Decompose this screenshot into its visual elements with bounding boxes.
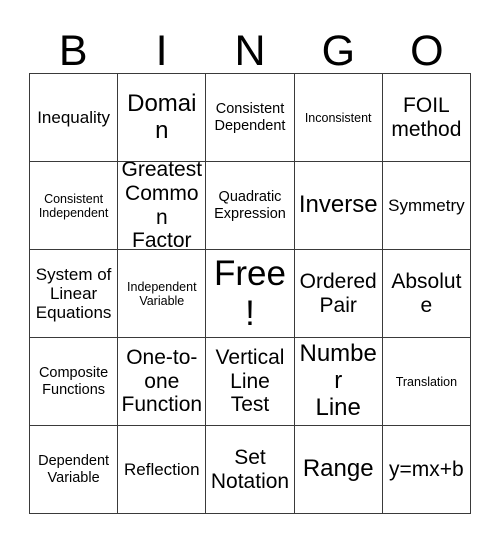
bingo-cell-label: Reflection <box>123 459 200 479</box>
bingo-free-space[interactable]: Free! <box>206 250 295 338</box>
bingo-header-letter-g: G <box>321 27 356 75</box>
bingo-cell[interactable]: Number Line <box>294 338 383 426</box>
bingo-cell[interactable]: y=mx+b <box>382 426 471 514</box>
bingo-cell[interactable]: Set Notation <box>206 426 295 514</box>
bingo-cell-label: Inverse <box>298 191 378 219</box>
bingo-cell-label: y=mx+b <box>389 457 464 481</box>
bingo-cell[interactable]: Inconsistent <box>294 74 383 162</box>
bingo-cell[interactable]: Reflection <box>118 426 207 514</box>
bingo-cell[interactable]: Inequality <box>30 74 119 162</box>
bingo-cell-label: Quadratic Expression <box>214 189 286 222</box>
bingo-header-letter-i: I <box>155 27 168 75</box>
bingo-header-row: B I N G O <box>29 14 471 73</box>
bingo-cell-label: Vertical Line Test <box>215 346 285 417</box>
bingo-cell-label: Range <box>302 455 374 483</box>
bingo-cell[interactable]: Consistent Independent <box>30 162 119 250</box>
bingo-cell-label: Free! <box>214 254 286 333</box>
bingo-cell[interactable]: Ordered Pair <box>294 250 383 338</box>
bingo-cell-label: Independent Variable <box>127 279 197 308</box>
bingo-cell[interactable]: One-to-one Function <box>118 338 207 426</box>
bingo-cell[interactable]: Symmetry <box>382 162 471 250</box>
bingo-cell-label: Composite Functions <box>38 365 109 398</box>
bingo-cell[interactable]: Vertical Line Test <box>206 338 295 426</box>
bingo-cell[interactable]: Quadratic Expression <box>206 162 295 250</box>
bingo-cell[interactable]: System of Linear Equations <box>30 250 119 338</box>
bingo-cell-label: Number Line <box>299 340 377 421</box>
bingo-header-letter-n: N <box>234 27 266 75</box>
bingo-cell-label: Greatest Common Factor <box>121 162 203 250</box>
bingo-cell[interactable]: Range <box>294 426 383 514</box>
bingo-cell-label: Translation <box>395 374 458 389</box>
bingo-cell[interactable]: Composite Functions <box>30 338 119 426</box>
bingo-cell-label: Absolute <box>391 269 462 317</box>
bingo-cell-label: One-to-one Function <box>121 346 203 417</box>
bingo-cell[interactable]: Absolute <box>382 250 471 338</box>
bingo-header-letter-b: B <box>58 27 88 75</box>
bingo-header-letter-o: O <box>410 27 444 75</box>
bingo-cell-label: FOIL method <box>391 93 462 141</box>
bingo-cell-label: Set Notation <box>210 445 290 493</box>
bingo-cell-label: Inequality <box>37 107 110 127</box>
bingo-cell[interactable]: Dependent Variable <box>30 426 119 514</box>
bingo-cell[interactable]: Independent Variable <box>118 250 207 338</box>
bingo-cell[interactable]: Inverse <box>294 162 383 250</box>
bingo-card: B I N G O Inequality Domain Consistent Depe… <box>29 14 471 514</box>
bingo-cell-label: Ordered Pair <box>299 269 377 317</box>
bingo-cell[interactable]: FOIL method <box>382 74 471 162</box>
bingo-cell[interactable]: Translation <box>382 338 471 426</box>
bingo-cell[interactable]: Greatest Common Factor <box>118 162 207 250</box>
bingo-cell-label: Dependent Variable <box>38 453 110 486</box>
bingo-cell[interactable]: Consistent Dependent <box>206 74 295 162</box>
bingo-cell-label: Inconsistent <box>304 110 372 125</box>
bingo-grid: Inequality Domain Consistent Dependent Incon… <box>29 73 471 514</box>
bingo-cell-label: Symmetry <box>388 195 465 215</box>
bingo-cell-label: Consistent Independent <box>38 191 109 220</box>
bingo-cell-label: System of Linear Equations <box>35 264 112 323</box>
bingo-cell[interactable]: Domain <box>118 74 207 162</box>
bingo-cell-label: Domain <box>127 89 197 144</box>
bingo-cell-label: Consistent Dependent <box>214 101 286 134</box>
